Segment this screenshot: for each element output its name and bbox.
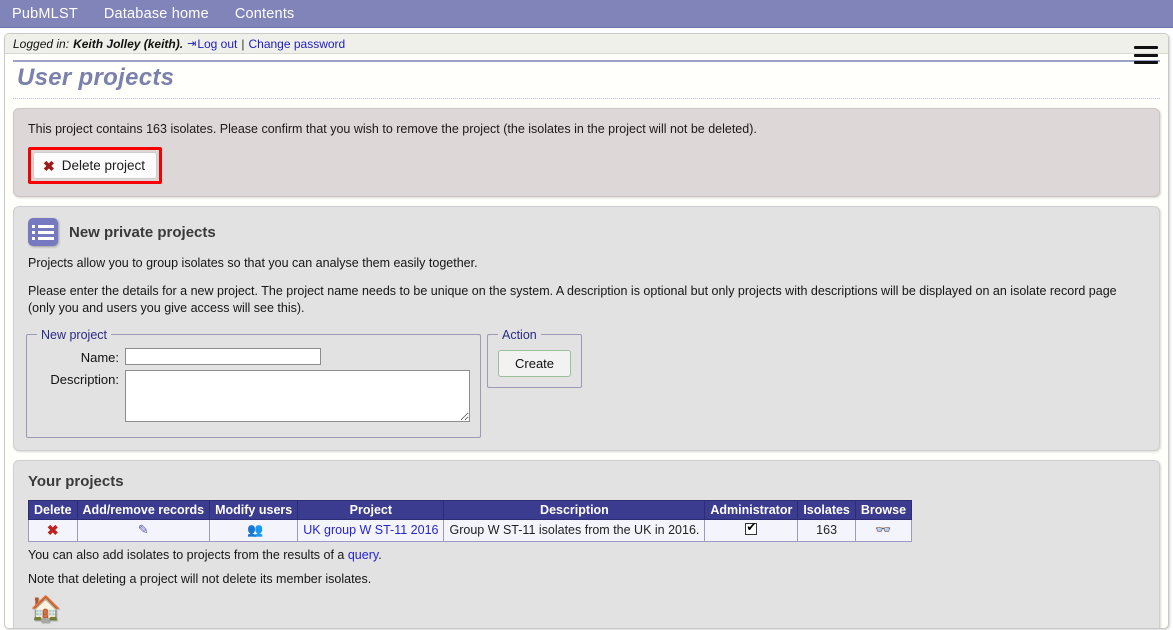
table-row: ✖ ✎ 👥 UK group W ST-11 2016 Group W ST-1… [28, 518, 913, 542]
projects-table: Delete Add/remove records Modify users P… [28, 499, 913, 542]
list-icon [28, 218, 58, 246]
column-add-remove-records: Add/remove records [76, 499, 211, 520]
cell-delete[interactable]: ✖ [28, 518, 78, 542]
page-frame: Logged in: Keith Jolley (keith). ⇥ Log o… [4, 33, 1169, 629]
project-description-row: Description: [37, 369, 470, 422]
logged-in-username: Keith Jolley (keith). [73, 36, 184, 51]
action-fieldset: Action Create [487, 327, 583, 388]
delete-project-highlight-annotation: ✖ Delete project [28, 147, 163, 184]
cell-project[interactable]: UK group W ST-11 2016 [297, 518, 445, 542]
delete-note: Note that deleting a project will not de… [28, 571, 372, 586]
nav-database-home[interactable]: Database home [102, 4, 211, 24]
hamburger-line-2 [1134, 53, 1158, 57]
column-description: Description [443, 499, 706, 520]
cell-administrator [704, 518, 799, 542]
new-private-projects-panel: New private projects Projects allow you … [13, 206, 1160, 451]
hamburger-menu-icon[interactable] [1134, 46, 1158, 64]
hamburger-line-1 [1134, 46, 1158, 49]
page-title: User projects [13, 60, 1160, 99]
project-link[interactable]: UK group W ST-11 2016 [303, 523, 438, 537]
new-project-form: New project Name: Description: Action Cr… [26, 327, 1147, 438]
cell-add-remove-records[interactable]: ✎ [76, 518, 211, 542]
logged-in-prefix: Logged in: [13, 36, 70, 51]
query-note: You can also add isolates to projects fr… [28, 548, 1147, 562]
logout-link[interactable]: Log out [197, 37, 237, 51]
column-browse: Browse [854, 499, 913, 520]
column-modify-users: Modify users [209, 499, 299, 520]
new-projects-paragraph-2: Please enter the details for a new proje… [28, 283, 1117, 315]
cross-icon: ✖ [43, 157, 55, 174]
home-icon[interactable]: 🏠 [30, 596, 61, 622]
new-projects-header: New private projects [28, 218, 1147, 246]
new-project-legend: New project [41, 327, 107, 342]
project-name-row: Name: [37, 347, 470, 365]
logout-icon: ⇥ [187, 38, 197, 50]
cell-isolates: 163 [797, 518, 856, 542]
binoculars-icon[interactable]: 👓 [875, 522, 891, 537]
your-projects-panel: Your projects Delete Add/remove records … [13, 459, 1160, 628]
cross-icon[interactable]: ✖ [47, 522, 59, 538]
checked-checkbox-icon [745, 521, 758, 535]
delete-confirmation-panel: This project contains 163 isolates. Plea… [13, 108, 1160, 197]
cell-modify-users[interactable]: 👥 [209, 518, 299, 542]
new-projects-heading: New private projects [69, 223, 216, 241]
action-legend: Action [502, 327, 537, 342]
column-delete: Delete [28, 499, 78, 520]
project-name-label: Name: [80, 349, 119, 365]
loginbar-separator: | [241, 36, 245, 51]
users-group-icon[interactable]: 👥 [247, 522, 263, 537]
nav-contents[interactable]: Contents [233, 4, 297, 24]
new-projects-paragraph-1: Projects allow you to group isolates so … [28, 256, 478, 270]
project-description-label: Description: [50, 371, 119, 387]
delete-project-button-label: Delete project [61, 158, 146, 173]
hamburger-line-3 [1134, 61, 1158, 64]
new-project-fieldset: New project Name: Description: [26, 327, 481, 438]
column-project: Project [297, 499, 445, 520]
nav-pubmlst[interactable]: PubMLST [10, 4, 80, 24]
top-navigation-bar: PubMLST Database home Contents [0, 0, 1173, 28]
cell-description: Group W ST-11 isolates from the UK in 20… [443, 518, 706, 542]
login-status-bar: Logged in: Keith Jolley (keith). ⇥ Log o… [5, 34, 1168, 54]
query-link[interactable]: query [348, 548, 378, 562]
column-isolates: Isolates [797, 499, 856, 520]
project-description-textarea[interactable] [125, 369, 470, 422]
change-password-link[interactable]: Change password [248, 37, 345, 51]
query-note-text-after: . [378, 547, 382, 562]
cell-browse[interactable]: 👓 [854, 518, 913, 542]
create-project-button[interactable]: Create [498, 349, 572, 377]
delete-confirmation-message: This project contains 163 isolates. Plea… [28, 122, 757, 136]
your-projects-heading: Your projects [28, 472, 124, 490]
query-note-text-before: You can also add isolates to projects fr… [28, 547, 348, 562]
column-administrator: Administrator [704, 499, 799, 520]
project-name-input[interactable] [125, 347, 321, 365]
pencil-icon[interactable]: ✎ [138, 522, 149, 538]
delete-project-button[interactable]: ✖ Delete project [33, 152, 158, 179]
projects-table-header-row: Delete Add/remove records Modify users P… [28, 499, 913, 520]
